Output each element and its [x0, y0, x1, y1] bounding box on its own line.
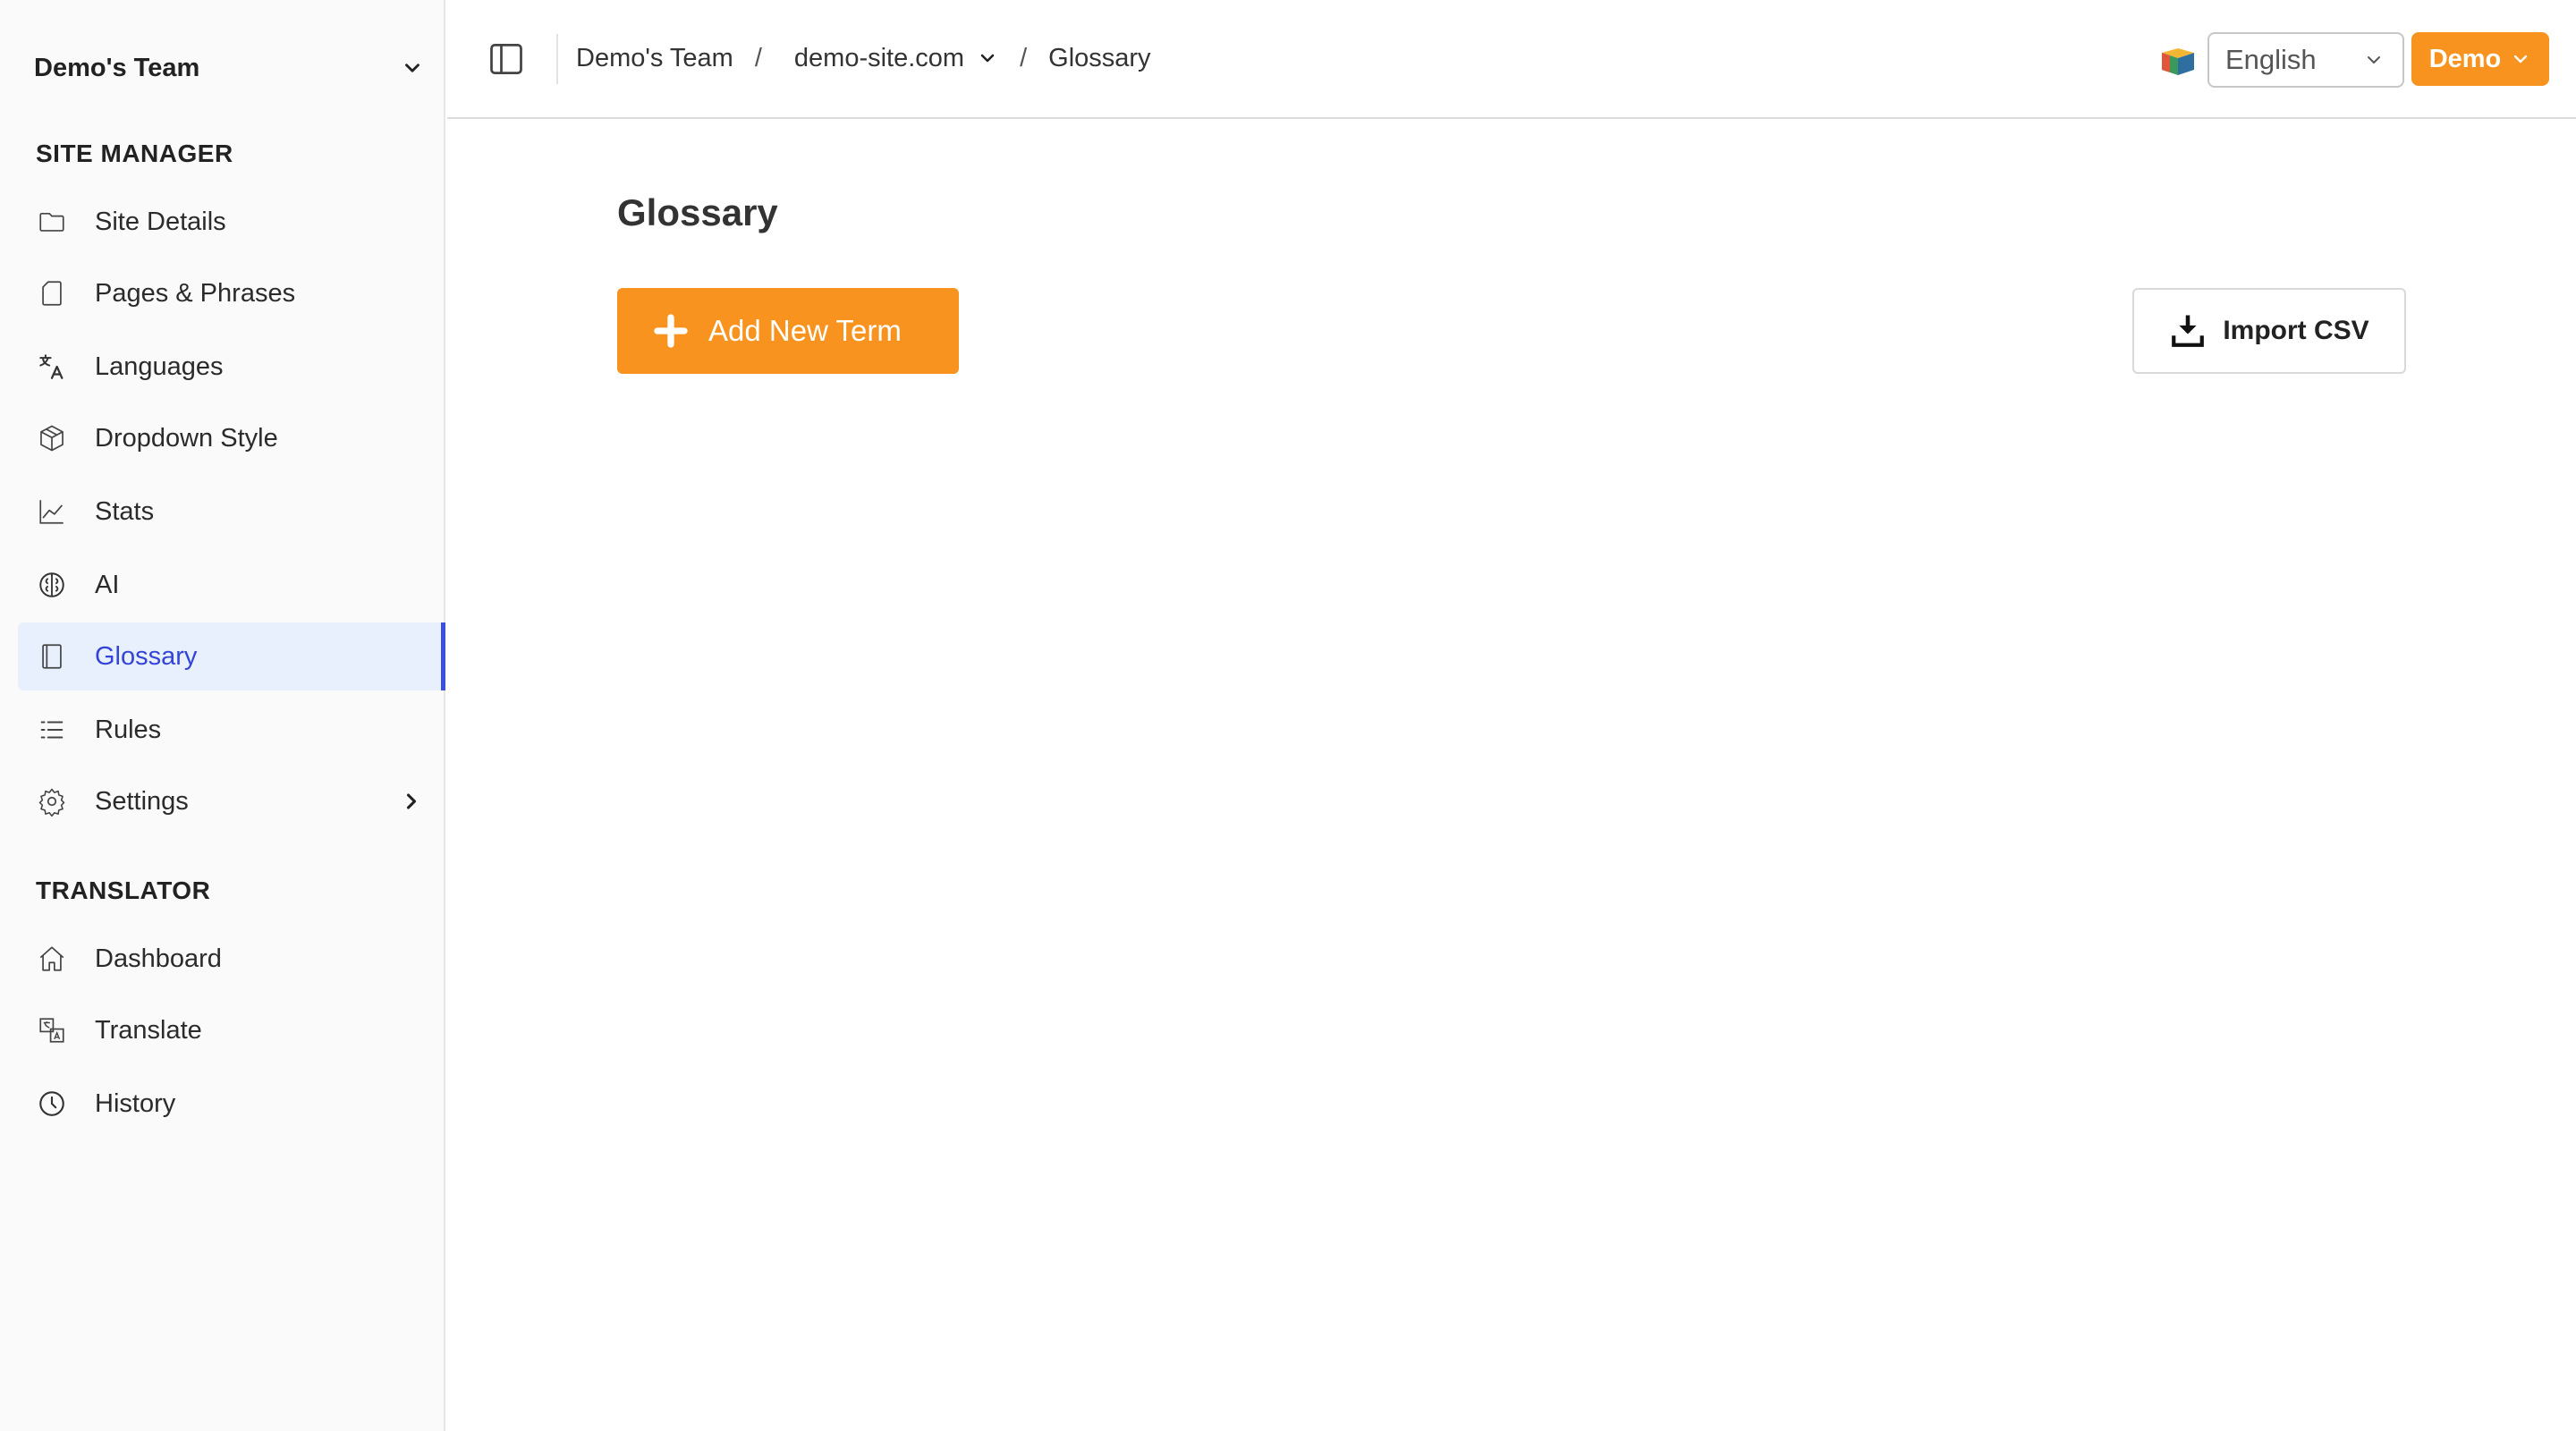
chevron-down-icon [2514, 55, 2528, 64]
sidebar-item-dashboard[interactable]: Dashboard [18, 925, 445, 993]
gear-icon [36, 785, 68, 817]
sidebar-item-dropdown-style[interactable]: Dropdown Style [18, 404, 445, 472]
add-new-term-button[interactable]: Add New Term [617, 288, 959, 374]
sidebar-item-label: Dropdown Style [95, 423, 278, 453]
sidebar-item-rules[interactable]: Rules [18, 696, 445, 764]
sidebar-item-glossary[interactable]: Glossary [18, 622, 445, 690]
sidebar-item-pages-phrases[interactable]: Pages & Phrases [18, 259, 445, 327]
language-selected-value: English [2225, 44, 2317, 75]
sidebar-item-history[interactable]: History [18, 1070, 445, 1138]
breadcrumb-site: demo-site.com [793, 43, 965, 72]
team-name: Demo's Team [34, 53, 200, 82]
breadcrumb-current: Glossary [1048, 43, 1151, 72]
import-csv-label: Import CSV [2223, 316, 2369, 345]
language-select[interactable]: English [2207, 32, 2404, 88]
sidebar-item-label: Glossary [95, 641, 198, 671]
breadcrumb: Demo's Team / demo-site.com / Glossary [576, 38, 1151, 79]
chevron-down-icon [405, 64, 419, 72]
sidebar-item-label: Languages [95, 351, 224, 381]
book-icon [36, 640, 68, 673]
sidebar-item-label: Rules [95, 715, 162, 744]
sidebar-item-label: Settings [95, 786, 189, 816]
sidebar-item-label: Dashboard [95, 944, 222, 973]
home-icon [36, 943, 68, 975]
page-icon [36, 277, 68, 309]
account-label: Demo [2428, 44, 2502, 73]
import-csv-button[interactable]: Import CSV [2132, 288, 2406, 374]
sidebar-item-label: Pages & Phrases [95, 278, 296, 308]
sidebar-toggle-icon[interactable] [487, 39, 526, 79]
breadcrumb-site-selector[interactable]: demo-site.com [794, 44, 998, 73]
folder-icon [36, 206, 68, 238]
divider [556, 34, 558, 84]
section-label-translator: TRANSLATOR [36, 876, 211, 904]
list-icon [36, 714, 68, 746]
sidebar-item-translate[interactable]: Translate [18, 996, 445, 1064]
chevron-down-icon [980, 54, 995, 63]
chevron-right-icon [406, 793, 417, 809]
sidebar-item-label: History [95, 1088, 176, 1118]
brain-icon [36, 569, 68, 601]
sidebar-item-ai[interactable]: AI [18, 551, 445, 619]
translate-box-icon [36, 1014, 68, 1046]
sidebar-item-label: Stats [95, 496, 155, 526]
translate-icon [36, 351, 68, 383]
account-menu-button[interactable]: Demo [2411, 32, 2549, 86]
add-new-term-label: Add New Term [708, 314, 902, 347]
sidebar-item-settings[interactable]: Settings [18, 767, 445, 835]
cube-icon [36, 422, 68, 454]
breadcrumb-team[interactable]: Demo's Team [576, 44, 733, 73]
clock-icon [36, 1088, 68, 1120]
sidebar-item-label: AI [95, 570, 120, 599]
team-switcher[interactable]: Demo's Team [34, 48, 424, 88]
sidebar-item-site-details[interactable]: Site Details [18, 188, 445, 256]
breadcrumb-separator: / [754, 43, 762, 72]
plus-icon [654, 314, 688, 348]
page-title: Glossary [617, 191, 778, 233]
line-chart-icon [36, 495, 68, 528]
app-root: Demo's Team SITE MANAGER Site Details Pa… [0, 0, 2576, 1431]
sidebar-item-label: Site Details [95, 207, 226, 236]
top-bar: Demo's Team / demo-site.com / Glossary E… [447, 0, 2576, 119]
section-label-site-manager: SITE MANAGER [36, 140, 233, 167]
breadcrumb-separator: / [1020, 43, 1028, 72]
sidebar-item-languages[interactable]: Languages [18, 333, 445, 401]
sidebar-item-label: Translate [95, 1015, 202, 1045]
sidebar: Demo's Team SITE MANAGER Site Details Pa… [0, 0, 445, 1431]
chevron-down-icon [2368, 56, 2380, 64]
sidebar-item-stats[interactable]: Stats [18, 478, 445, 546]
download-icon [2172, 315, 2205, 347]
language-flag-icon [2162, 48, 2194, 75]
